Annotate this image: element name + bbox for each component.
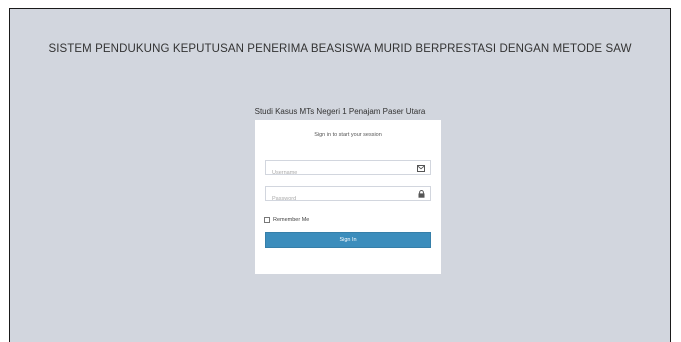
- username-field-wrapper: [265, 160, 431, 180]
- sign-in-button[interactable]: Sign In: [265, 232, 431, 248]
- username-input[interactable]: [266, 166, 412, 180]
- lock-icon: [416, 189, 426, 199]
- password-input[interactable]: [266, 192, 412, 206]
- login-box: Sign in to start your session Remembe: [255, 120, 441, 274]
- remember-me[interactable]: Remember Me: [264, 217, 309, 223]
- case-study-subtitle: Studi Kasus MTs Negeri 1 Penajam Paser U…: [254, 107, 426, 116]
- password-field-wrapper: [265, 186, 431, 206]
- remember-me-label: Remember Me: [273, 217, 310, 223]
- remember-me-checkbox[interactable]: [264, 217, 270, 223]
- envelope-icon: [416, 163, 426, 173]
- login-box-message: Sign in to start your session: [314, 132, 382, 138]
- page-frame: SISTEM PENDUKUNG KEPUTUSAN PENERIMA BEAS…: [9, 8, 671, 342]
- app-title: SISTEM PENDUKUNG KEPUTUSAN PENERIMA BEAS…: [48, 43, 632, 55]
